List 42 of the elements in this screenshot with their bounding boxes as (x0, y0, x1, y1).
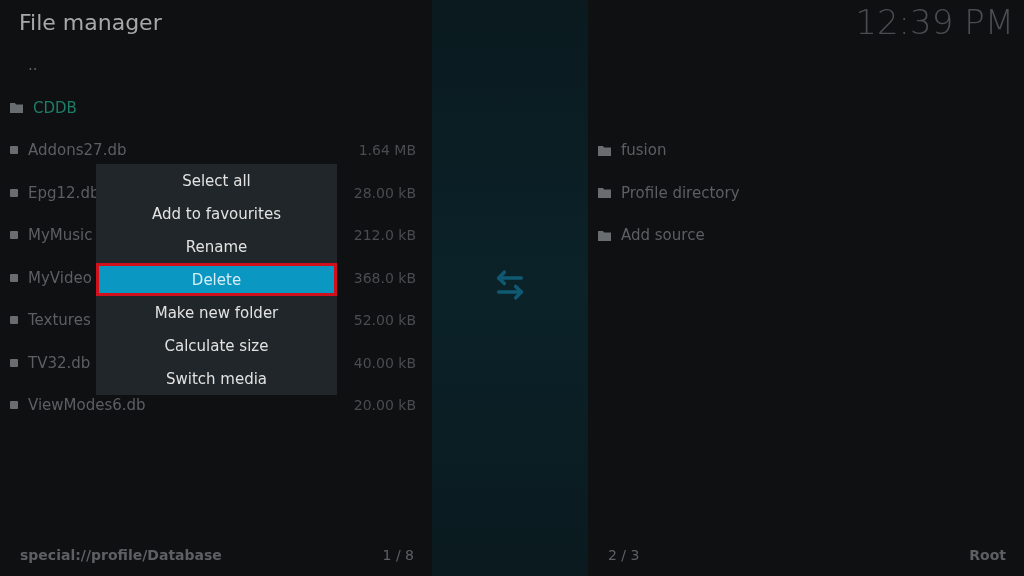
file-icon (10, 316, 18, 325)
location-label: Root (969, 547, 1006, 563)
file-size: 52.00 kB (353, 312, 416, 329)
file-name[interactable]: Textures (28, 311, 91, 330)
menu-item[interactable]: Calculate size (96, 329, 337, 362)
file-name[interactable]: CDDB (33, 98, 77, 117)
item-count: 1 / 8 (382, 547, 414, 563)
file-size: 212.0 kB (353, 227, 416, 244)
file-name[interactable]: ViewModes6.db (28, 396, 146, 415)
menu-item[interactable]: Add to favourites (96, 197, 337, 230)
path-label: special://profile/Database (20, 547, 222, 563)
menu-item[interactable]: Select all (96, 164, 337, 197)
file-name[interactable]: TV32.db (28, 353, 91, 372)
file-name[interactable]: fusion (621, 141, 667, 160)
folder-icon (598, 229, 611, 241)
folder-icon (598, 144, 611, 156)
file-size: 28.00 kB (353, 184, 416, 201)
menu-item[interactable]: Rename (96, 230, 337, 263)
menu-item[interactable]: Make new folder (96, 296, 337, 329)
file-name[interactable]: MyVideo (28, 268, 92, 287)
file-name[interactable]: MyMusic (28, 226, 93, 245)
file-name[interactable]: Profile directory (621, 183, 740, 202)
file-icon (10, 231, 18, 240)
file-name[interactable]: Addons27.db (28, 141, 127, 160)
menu-item[interactable]: Delete (96, 263, 337, 296)
file-size: 20.00 kB (353, 397, 416, 414)
item-count: 2 / 3 (608, 547, 640, 563)
file-size: 40.00 kB (353, 354, 416, 371)
window-title: File manager (19, 9, 162, 35)
file-icon (10, 188, 18, 197)
file-icon (10, 273, 18, 282)
menu-item[interactable]: Switch media (96, 362, 337, 395)
folder-icon (598, 187, 611, 199)
file-name[interactable]: Add source (621, 226, 705, 245)
folder-icon (10, 102, 23, 114)
file-size: 368.0 kB (353, 269, 416, 286)
file-name[interactable]: .. (28, 56, 38, 75)
file-icon (10, 146, 18, 155)
file-icon (10, 358, 18, 367)
file-icon (10, 401, 18, 410)
file-size: 1.64 MB (358, 142, 416, 159)
clock: 12:39 PM (855, 2, 1014, 42)
